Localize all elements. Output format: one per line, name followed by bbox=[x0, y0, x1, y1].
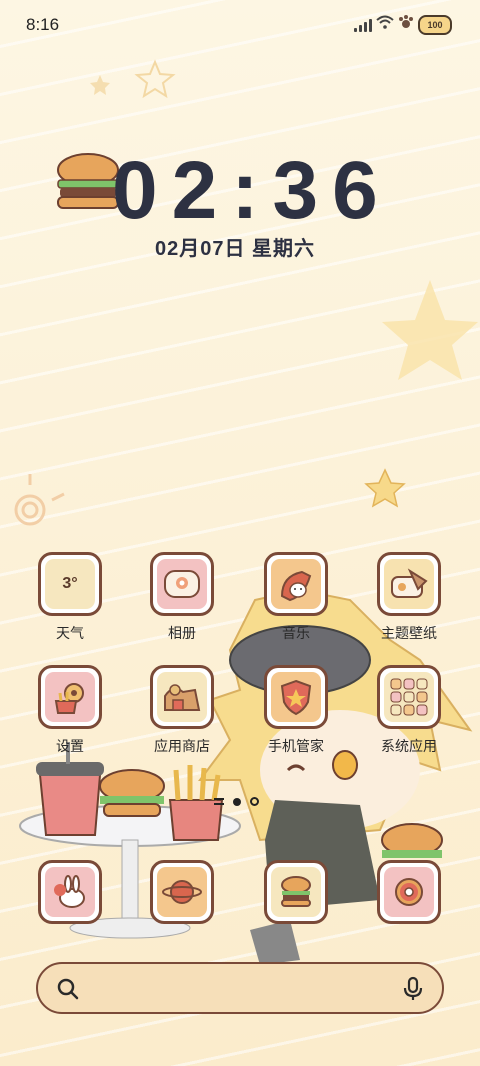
page-indicator-next[interactable] bbox=[250, 797, 259, 806]
page-indicator-current[interactable] bbox=[233, 797, 241, 806]
app-label: 音乐 bbox=[282, 625, 310, 641]
app-store-icon[interactable] bbox=[150, 665, 214, 729]
weather-temperature: 3° bbox=[45, 559, 95, 609]
music-icon[interactable] bbox=[264, 552, 328, 616]
app-label: 主题壁纸 bbox=[381, 625, 437, 641]
microphone-icon[interactable] bbox=[402, 976, 424, 1007]
theme-wallpaper-icon[interactable] bbox=[377, 552, 441, 616]
burger-decoration bbox=[57, 153, 119, 209]
app-weather[interactable]: 3° 天气 bbox=[25, 552, 115, 643]
app-store[interactable]: 应用商店 bbox=[137, 665, 227, 756]
search-bar[interactable] bbox=[36, 962, 444, 1014]
page-indicator-home[interactable] bbox=[214, 798, 224, 805]
wifi-icon bbox=[376, 15, 394, 34]
settings-icon[interactable] bbox=[38, 665, 102, 729]
dock-app-2[interactable] bbox=[137, 860, 227, 924]
burger-dock-icon[interactable] bbox=[264, 860, 328, 924]
app-label: 设置 bbox=[56, 738, 84, 754]
dock-app-1[interactable] bbox=[25, 860, 115, 924]
weather-icon[interactable]: 3° bbox=[38, 552, 102, 616]
page-indicator[interactable] bbox=[214, 797, 259, 806]
app-label: 天气 bbox=[56, 625, 84, 641]
app-label: 相册 bbox=[168, 625, 196, 641]
search-icon[interactable] bbox=[56, 977, 80, 1006]
status-bar: 8:16 100 bbox=[0, 0, 480, 50]
app-gallery[interactable]: 相册 bbox=[137, 552, 227, 643]
app-label: 应用商店 bbox=[154, 738, 210, 754]
paw-icon bbox=[398, 14, 414, 35]
system-apps-icon[interactable] bbox=[377, 665, 441, 729]
app-theme-wallpaper[interactable]: 主题壁纸 bbox=[364, 552, 454, 643]
app-label: 手机管家 bbox=[268, 738, 324, 754]
lock-clock: 02:36 bbox=[112, 150, 392, 232]
battery-icon: 100 bbox=[418, 14, 452, 35]
bunny-dock-icon[interactable] bbox=[38, 860, 102, 924]
status-time: 8:16 bbox=[26, 15, 60, 34]
clock-date: 02月07日 星期六 bbox=[155, 238, 316, 260]
status-icons: 100 bbox=[354, 14, 452, 35]
dock-app-3[interactable] bbox=[251, 860, 341, 924]
app-phone-manager[interactable]: 手机管家 bbox=[251, 665, 341, 756]
app-label: 系统应用 bbox=[381, 738, 437, 754]
app-music[interactable]: 音乐 bbox=[251, 552, 341, 643]
app-settings[interactable]: 设置 bbox=[25, 665, 115, 756]
clock-time: 02:36 bbox=[112, 145, 392, 236]
gallery-icon[interactable] bbox=[150, 552, 214, 616]
phone-manager-icon[interactable] bbox=[264, 665, 328, 729]
dock-app-4[interactable] bbox=[364, 860, 454, 924]
signal-icon bbox=[354, 18, 372, 32]
planet-dock-icon[interactable] bbox=[150, 860, 214, 924]
app-system-apps[interactable]: 系统应用 bbox=[364, 665, 454, 756]
donut-dock-icon[interactable] bbox=[377, 860, 441, 924]
